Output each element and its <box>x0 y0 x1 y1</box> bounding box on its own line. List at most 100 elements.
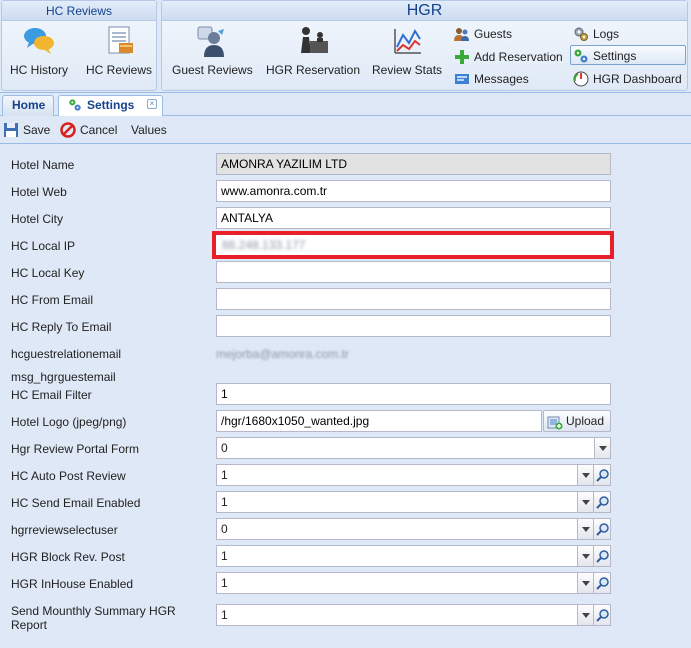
ribbon-group-title: HGR <box>162 1 687 21</box>
tab-home-label: Home <box>12 98 46 112</box>
ribbon-group-hgr: HGR Guest Reviews HGR Reservation Review… <box>161 0 688 91</box>
hc-reviews-button[interactable]: HC Reviews <box>86 23 152 77</box>
dropdown-trigger[interactable] <box>577 572 594 594</box>
hgrreviewselectuser-select[interactable]: 0 <box>216 518 594 540</box>
hc-auto-post-review-value: 1 <box>221 468 228 482</box>
search-trigger[interactable] <box>593 518 611 540</box>
review-stats-button[interactable]: Review Stats <box>372 23 442 77</box>
dropdown-trigger[interactable] <box>577 518 594 540</box>
hotel-logo-field[interactable]: /hgr/1680x1050_wanted.jpg <box>216 410 542 432</box>
dropdown-trigger[interactable] <box>577 545 594 567</box>
settings-button[interactable]: Settings <box>570 45 686 65</box>
send-monthly-summary-value: 1 <box>221 608 228 622</box>
chevron-down-icon <box>582 613 590 618</box>
hotel-logo-label: Hotel Logo (jpeg/png) <box>11 415 127 429</box>
values-label: Values <box>131 123 167 137</box>
search-icon <box>596 496 609 509</box>
tab-settings[interactable]: Settings × <box>58 95 163 116</box>
upload-label: Upload <box>566 414 605 428</box>
chat-bubbles-icon <box>24 28 54 54</box>
chevron-down-icon <box>582 473 590 478</box>
hc-send-email-enabled-select[interactable]: 1 <box>216 491 594 513</box>
hgr-review-portal-form-label: Hgr Review Portal Form <box>11 442 140 456</box>
hc-reply-email-field[interactable] <box>216 315 611 337</box>
send-monthly-summary-label-line2: Report <box>11 618 48 632</box>
cancel-button[interactable]: Cancel <box>60 122 117 139</box>
hcguestrelationemail-label: hcguestrelationemail <box>11 347 122 361</box>
hgr-review-portal-form-select[interactable]: 0 <box>216 437 611 459</box>
search-trigger[interactable] <box>593 604 611 626</box>
search-icon <box>596 577 609 590</box>
hotel-city-field[interactable]: ANTALYA <box>216 207 611 229</box>
hc-from-email-label: HC From Email <box>11 293 94 307</box>
chevron-down-icon <box>582 581 590 586</box>
dropdown-trigger[interactable] <box>577 464 594 486</box>
hc-local-ip-field[interactable]: 88.248.133.177 <box>212 231 614 259</box>
search-trigger[interactable] <box>593 464 611 486</box>
tab-settings-label: Settings <box>87 98 135 112</box>
close-icon[interactable]: × <box>147 99 157 109</box>
logs-label: Logs <box>593 27 620 41</box>
guests-label: Guests <box>474 27 513 41</box>
save-label: Save <box>23 123 51 137</box>
tab-home[interactable]: Home <box>2 95 54 116</box>
dropdown-trigger[interactable] <box>594 437 611 459</box>
hc-history-button[interactable]: HC History <box>10 23 68 77</box>
guest-reviews-button[interactable]: Guest Reviews <box>172 23 253 77</box>
add-reservation-button[interactable]: Add Reservation <box>451 46 564 66</box>
cancel-icon <box>60 122 76 138</box>
search-icon <box>596 609 609 622</box>
settings-label: Settings <box>593 49 637 63</box>
guests-button[interactable]: Guests <box>451 23 513 43</box>
ribbon: HC Reviews HC History HC Reviews HGR Gue… <box>0 0 691 93</box>
hc-email-filter-label: HC Email Filter <box>11 388 92 402</box>
hc-reviews-label: HC Reviews <box>86 63 153 77</box>
search-trigger[interactable] <box>593 572 611 594</box>
hotel-web-field[interactable]: www.amonra.com.tr <box>216 180 611 202</box>
hgr-block-rev-post-label: HGR Block Rev. Post <box>11 550 125 564</box>
hgr-inhouse-enabled-value: 1 <box>221 576 228 590</box>
hgr-block-rev-post-select[interactable]: 1 <box>216 545 594 567</box>
cancel-label: Cancel <box>80 123 118 137</box>
hc-auto-post-review-select[interactable]: 1 <box>216 464 594 486</box>
ribbon-group-hc-reviews: HC Reviews HC History HC Reviews <box>1 0 157 91</box>
tab-strip: Home Settings × <box>0 94 691 116</box>
hgr-reservation-button[interactable]: HGR Reservation <box>266 23 360 77</box>
hc-email-filter-field[interactable]: 1 <box>216 383 611 405</box>
messages-icon <box>455 74 469 84</box>
hgr-review-portal-form-value: 0 <box>221 441 228 455</box>
dropdown-trigger[interactable] <box>577 491 594 513</box>
hotel-city-label: Hotel City <box>11 212 64 226</box>
send-monthly-summary-label-line1: Send Mounthly Summary HGR <box>11 604 176 618</box>
save-button[interactable]: Save <box>3 122 50 139</box>
hc-auto-post-review-label: HC Auto Post Review <box>11 469 126 483</box>
hgr-inhouse-enabled-select[interactable]: 1 <box>216 572 594 594</box>
hc-local-key-label: HC Local Key <box>11 266 85 280</box>
hc-history-label: HC History <box>10 63 69 77</box>
dashboard-gauge-icon <box>573 71 589 87</box>
hgr-block-rev-post-value: 1 <box>221 549 228 563</box>
search-icon <box>596 550 609 563</box>
hc-local-ip-label: HC Local IP <box>11 239 76 253</box>
dropdown-trigger[interactable] <box>577 604 594 626</box>
values-button[interactable]: Values <box>131 122 167 139</box>
add-reservation-label: Add Reservation <box>474 50 563 64</box>
search-trigger[interactable] <box>593 545 611 567</box>
settings-icon <box>574 49 588 63</box>
upload-button[interactable]: Upload <box>543 410 611 432</box>
review-stats-label: Review Stats <box>372 63 443 77</box>
hgr-inhouse-enabled-label: HGR InHouse Enabled <box>11 577 134 591</box>
users-icon <box>454 28 469 41</box>
floppy-disk-icon <box>4 123 18 137</box>
hgr-dashboard-button[interactable]: HGR Dashboard <box>570 68 683 88</box>
person-reviews-icon <box>197 26 225 57</box>
messages-button[interactable]: Messages <box>451 68 530 88</box>
hotel-name-field[interactable]: AMONRA YAZILIM LTD <box>216 153 611 175</box>
hc-local-key-field[interactable] <box>216 261 611 283</box>
send-monthly-summary-select[interactable]: 1 <box>216 604 594 626</box>
logs-button[interactable]: Logs <box>570 23 620 43</box>
reception-desk-icon <box>301 27 329 53</box>
hc-from-email-field[interactable] <box>216 288 611 310</box>
settings-form: Hotel Name AMONRA YAZILIM LTD Hotel Web … <box>0 145 691 648</box>
search-trigger[interactable] <box>593 491 611 513</box>
